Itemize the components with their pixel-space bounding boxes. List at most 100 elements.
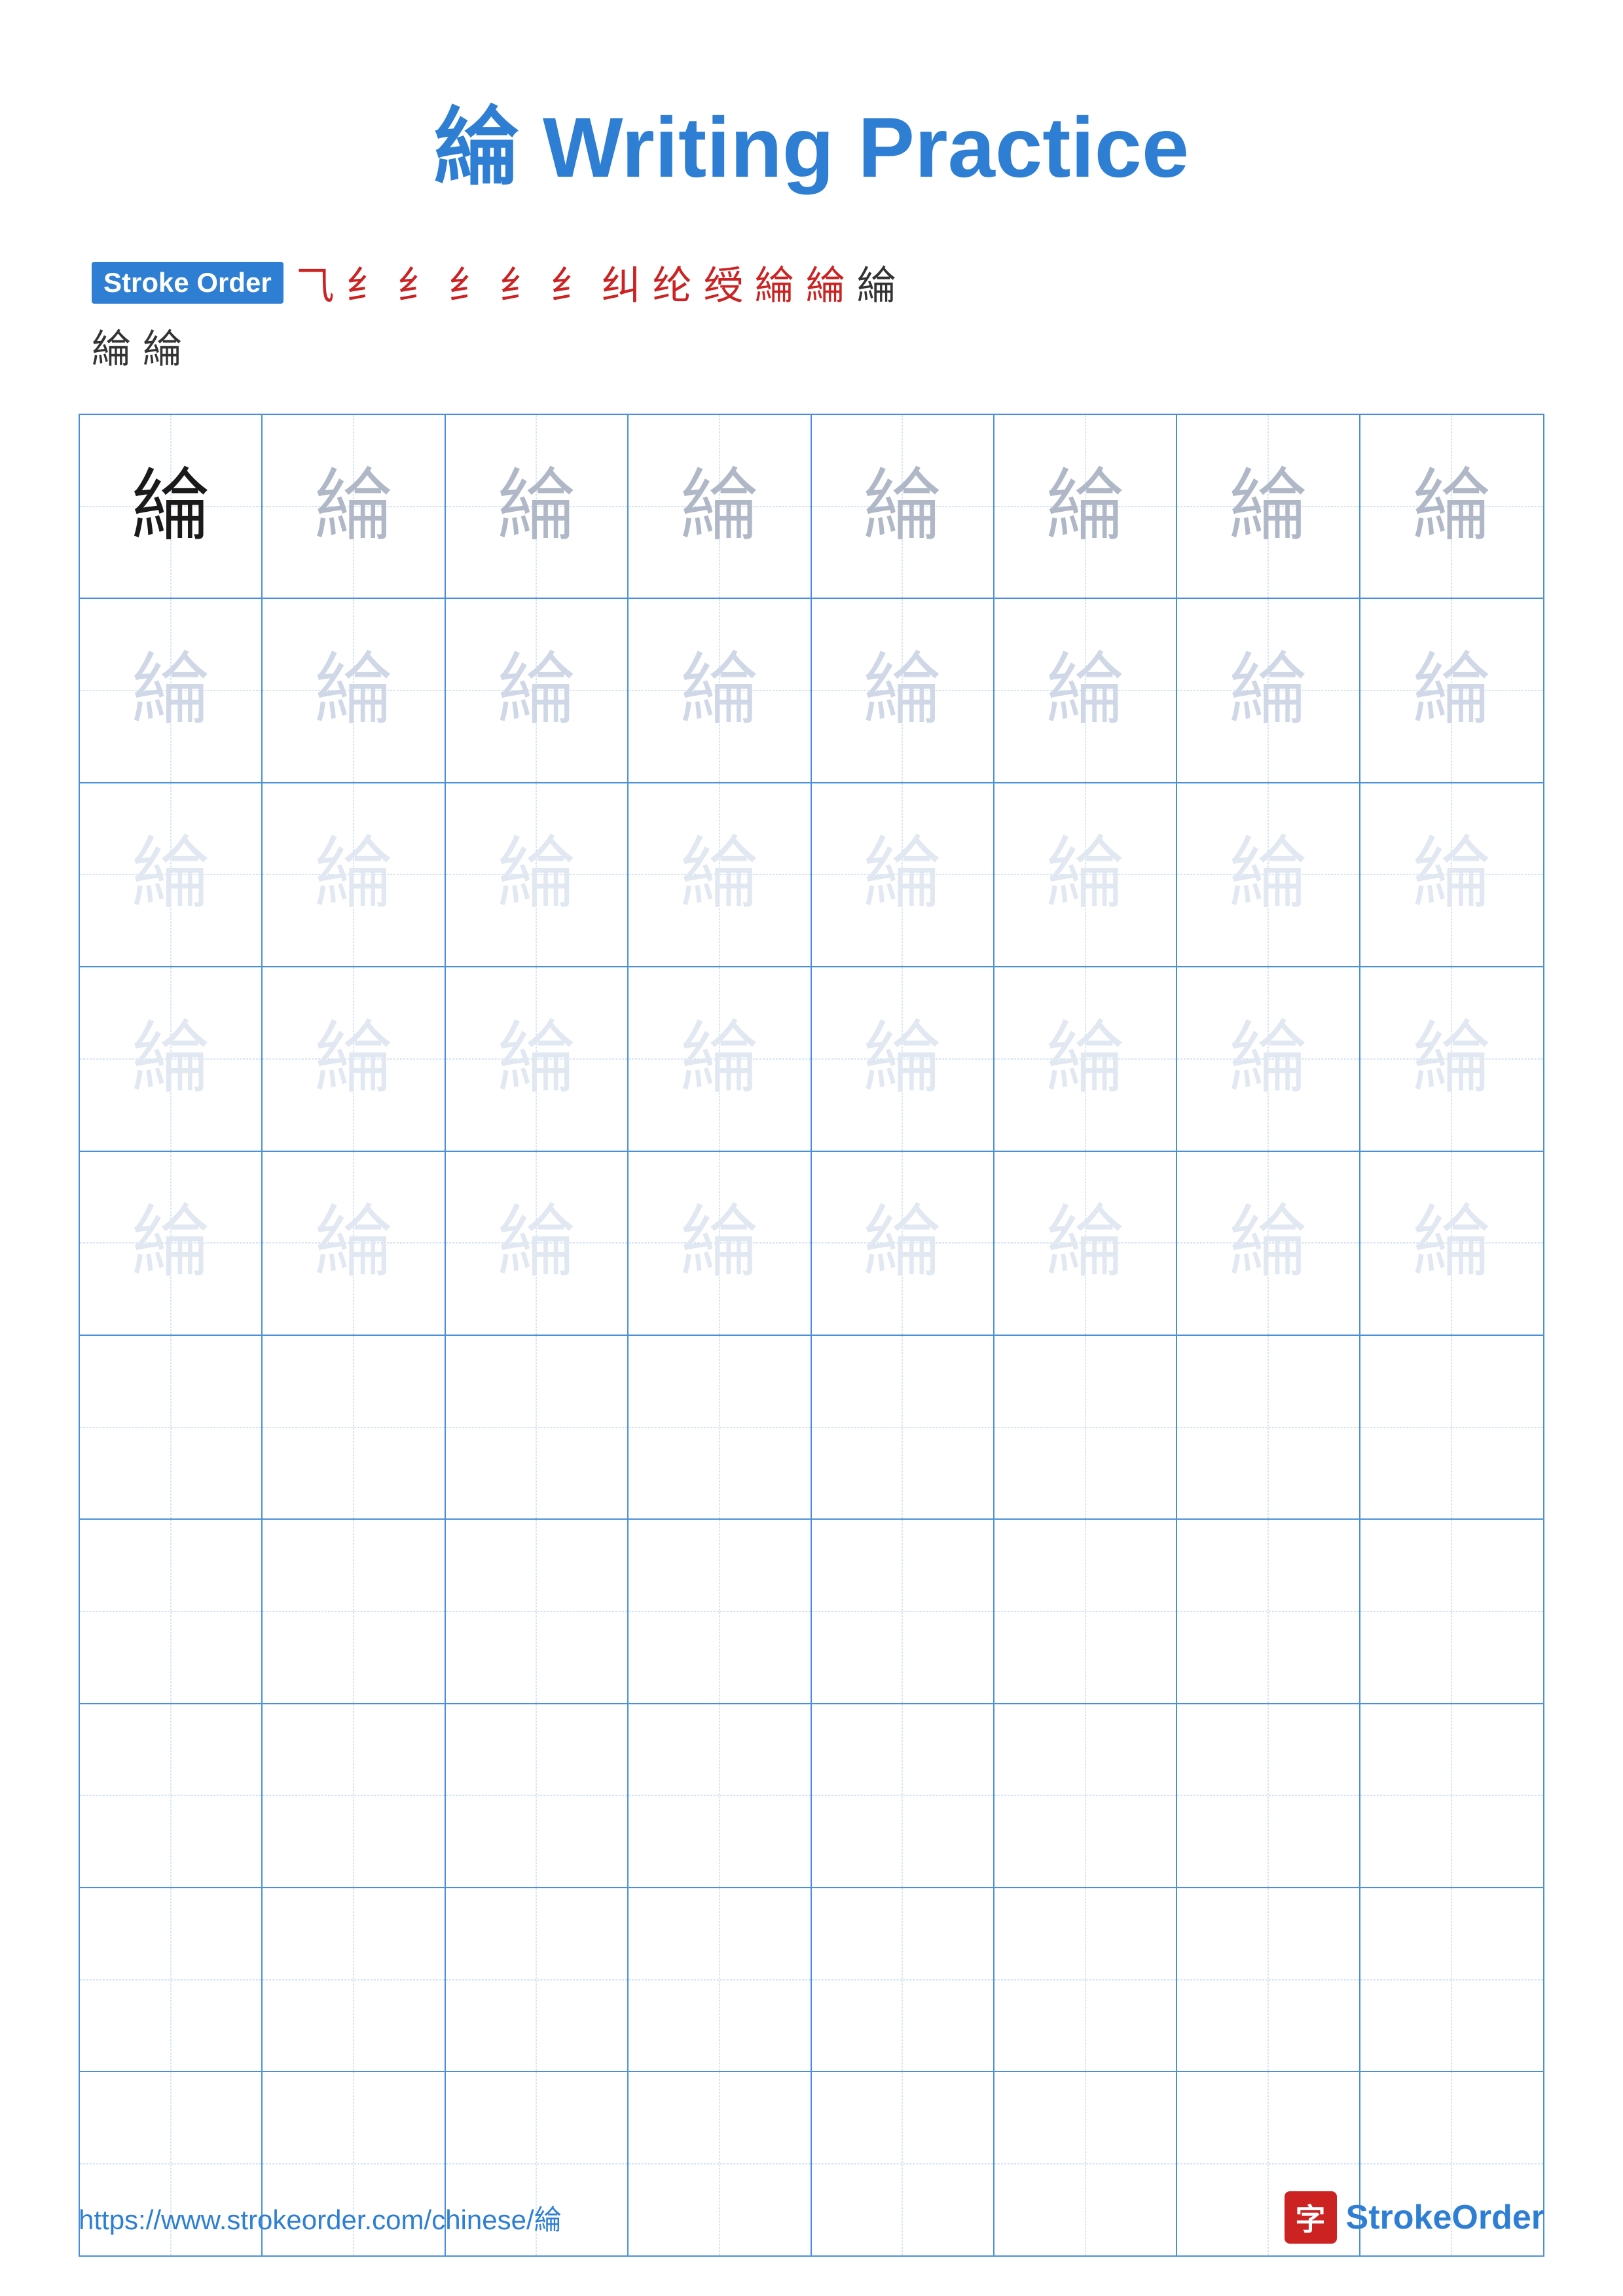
practice-char-vlight: 綸 bbox=[1046, 1020, 1125, 1098]
grid-cell-9-2 bbox=[263, 1888, 445, 2071]
practice-char-vlight: 綸 bbox=[1229, 835, 1307, 914]
stroke-6: 纟 bbox=[551, 254, 590, 311]
grid-cell-4-2: 綸 bbox=[263, 967, 445, 1150]
grid-cell-3-2: 綸 bbox=[263, 783, 445, 966]
grid-cell-5-6: 綸 bbox=[994, 1152, 1177, 1335]
practice-char-vlight: 綸 bbox=[497, 1020, 575, 1098]
grid-cell-6-3 bbox=[446, 1336, 629, 1518]
grid-cell-9-6 bbox=[994, 1888, 1177, 2071]
practice-char-med: 綸 bbox=[497, 467, 575, 546]
page: 綸 Writing Practice Stroke Order ⺄ 纟 纟 纟 … bbox=[0, 0, 1623, 2296]
stroke-10: 綸 bbox=[755, 254, 794, 311]
stroke-order-label: Stroke Order bbox=[92, 262, 283, 304]
grid-cell-9-3 bbox=[446, 1888, 629, 2071]
grid-cell-5-8: 綸 bbox=[1360, 1152, 1543, 1335]
practice-char-light: 綸 bbox=[1046, 651, 1125, 730]
practice-char-light: 綸 bbox=[314, 651, 393, 730]
grid-cell-5-1: 綸 bbox=[80, 1152, 263, 1335]
stroke-1: ⺄ bbox=[295, 254, 335, 311]
grid-row-4: 綸 綸 綸 綸 綸 綸 綸 綸 bbox=[80, 967, 1543, 1151]
grid-cell-3-7: 綸 bbox=[1177, 783, 1360, 966]
footer-url[interactable]: https://www.strokeorder.com/chinese/綸 bbox=[79, 2198, 562, 2238]
grid-cell-9-4 bbox=[629, 1888, 811, 2071]
grid-row-8 bbox=[80, 1704, 1543, 1888]
practice-char-light: 綸 bbox=[1412, 651, 1491, 730]
practice-char-light: 綸 bbox=[497, 651, 575, 730]
stroke-4: 纟 bbox=[448, 254, 488, 311]
grid-cell-1-3: 綸 bbox=[446, 415, 629, 598]
grid-cell-7-3 bbox=[446, 1520, 629, 1702]
practice-char-light: 綸 bbox=[863, 651, 941, 730]
grid-cell-3-3: 綸 bbox=[446, 783, 629, 966]
grid-row-3: 綸 綸 綸 綸 綸 綸 綸 綸 bbox=[80, 783, 1543, 967]
practice-char-dark: 綸 bbox=[132, 467, 210, 546]
grid-cell-1-1: 綸 bbox=[80, 415, 263, 598]
grid-cell-9-8 bbox=[1360, 1888, 1543, 2071]
grid-cell-8-4 bbox=[629, 1704, 811, 1887]
practice-char-vlight: 綸 bbox=[680, 1020, 759, 1098]
grid-cell-6-6 bbox=[994, 1336, 1177, 1518]
grid-cell-6-2 bbox=[263, 1336, 445, 1518]
grid-cell-7-6 bbox=[994, 1520, 1177, 1702]
practice-char-vlight: 綸 bbox=[314, 1204, 393, 1282]
grid-cell-1-7: 綸 bbox=[1177, 415, 1360, 598]
grid-cell-8-2 bbox=[263, 1704, 445, 1887]
grid-cell-8-7 bbox=[1177, 1704, 1360, 1887]
practice-char-light: 綸 bbox=[1229, 651, 1307, 730]
practice-char-vlight: 綸 bbox=[863, 835, 941, 914]
grid-cell-7-7 bbox=[1177, 1520, 1360, 1702]
practice-char-vlight: 綸 bbox=[497, 835, 575, 914]
grid-cell-2-4: 綸 bbox=[629, 599, 811, 781]
practice-char-vlight: 綸 bbox=[1229, 1020, 1307, 1098]
grid-cell-8-3 bbox=[446, 1704, 629, 1887]
grid-cell-2-2: 綸 bbox=[263, 599, 445, 781]
grid-cell-8-1 bbox=[80, 1704, 263, 1887]
grid-cell-4-5: 綸 bbox=[812, 967, 994, 1150]
footer: https://www.strokeorder.com/chinese/綸 字 … bbox=[79, 2191, 1544, 2244]
stroke-5: 纟 bbox=[500, 254, 539, 311]
practice-char-vlight: 綸 bbox=[1229, 1204, 1307, 1282]
practice-char-med: 綸 bbox=[1229, 467, 1307, 546]
practice-char-med: 綸 bbox=[314, 467, 393, 546]
grid-cell-2-3: 綸 bbox=[446, 599, 629, 781]
grid-cell-7-5 bbox=[812, 1520, 994, 1702]
grid-cell-7-4 bbox=[629, 1520, 811, 1702]
practice-char-vlight: 綸 bbox=[680, 835, 759, 914]
practice-char-vlight: 綸 bbox=[314, 1020, 393, 1098]
grid-cell-6-1 bbox=[80, 1336, 263, 1518]
grid-cell-7-1 bbox=[80, 1520, 263, 1702]
grid-cell-6-8 bbox=[1360, 1336, 1543, 1518]
practice-char-vlight: 綸 bbox=[1412, 835, 1491, 914]
grid-cell-7-8 bbox=[1360, 1520, 1543, 1702]
practice-char-med: 綸 bbox=[1046, 467, 1125, 546]
practice-char-vlight: 綸 bbox=[863, 1020, 941, 1098]
grid-cell-9-1 bbox=[80, 1888, 263, 2071]
grid-cell-1-5: 綸 bbox=[812, 415, 994, 598]
grid-row-9 bbox=[80, 1888, 1543, 2072]
practice-char-vlight: 綸 bbox=[497, 1204, 575, 1282]
practice-char-vlight: 綸 bbox=[863, 1204, 941, 1282]
title-english: Writing Practice bbox=[519, 99, 1189, 195]
grid-cell-4-6: 綸 bbox=[994, 967, 1177, 1150]
grid-cell-8-5 bbox=[812, 1704, 994, 1887]
grid-cell-5-5: 綸 bbox=[812, 1152, 994, 1335]
logo-stroke: Stroke bbox=[1346, 2198, 1452, 2236]
practice-char-vlight: 綸 bbox=[132, 1020, 210, 1098]
grid-cell-3-8: 綸 bbox=[1360, 783, 1543, 966]
grid-cell-4-3: 綸 bbox=[446, 967, 629, 1150]
grid-cell-3-5: 綸 bbox=[812, 783, 994, 966]
grid-cell-2-1: 綸 bbox=[80, 599, 263, 781]
stroke-14: 綸 bbox=[143, 317, 182, 374]
stroke-order-row: Stroke Order ⺄ 纟 纟 纟 纟 纟 纠 纶 绶 綸 綸 綸 bbox=[92, 254, 1531, 311]
practice-char-vlight: 綸 bbox=[1046, 835, 1125, 914]
practice-char-med: 綸 bbox=[1412, 467, 1491, 546]
stroke-8: 纶 bbox=[653, 254, 692, 311]
practice-char-vlight: 綸 bbox=[314, 835, 393, 914]
practice-char-vlight: 綸 bbox=[132, 1204, 210, 1282]
grid-cell-6-5 bbox=[812, 1336, 994, 1518]
grid-cell-9-5 bbox=[812, 1888, 994, 2071]
practice-char-vlight: 綸 bbox=[680, 1204, 759, 1282]
stroke-order-row-2: 綸 綸 bbox=[92, 317, 1531, 374]
grid-cell-3-6: 綸 bbox=[994, 783, 1177, 966]
practice-char-med: 綸 bbox=[680, 467, 759, 546]
